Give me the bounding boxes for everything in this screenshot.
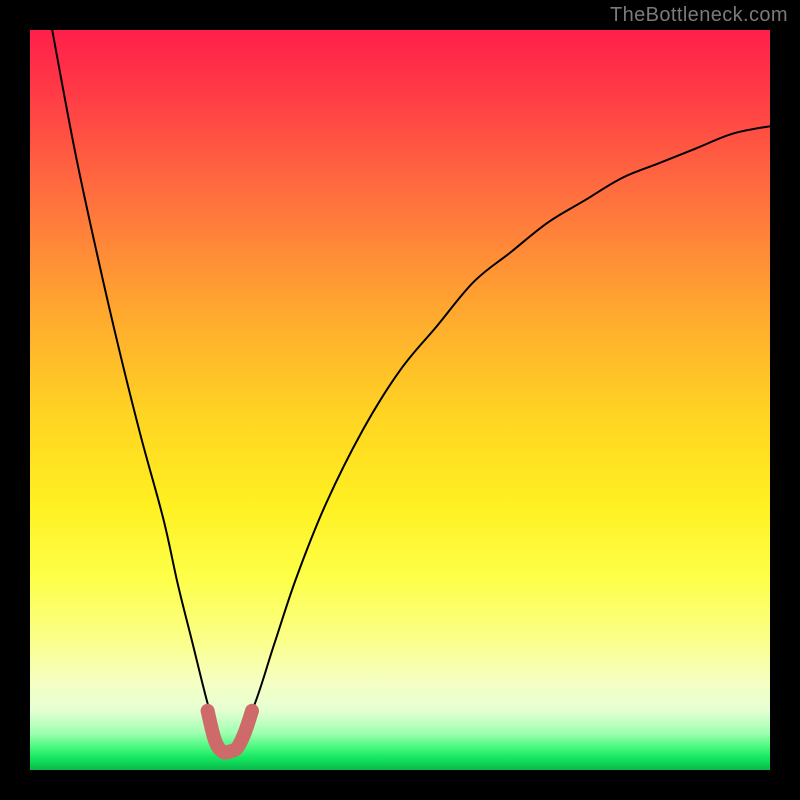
curve-path — [52, 30, 770, 750]
curves-svg — [30, 30, 770, 770]
marker-path — [208, 711, 252, 753]
watermark-text: TheBottleneck.com — [610, 4, 788, 27]
plot-area — [30, 30, 770, 770]
chart-frame: TheBottleneck.com — [0, 0, 800, 800]
bottleneck-curve — [52, 30, 770, 750]
optimal-marker — [208, 711, 252, 753]
